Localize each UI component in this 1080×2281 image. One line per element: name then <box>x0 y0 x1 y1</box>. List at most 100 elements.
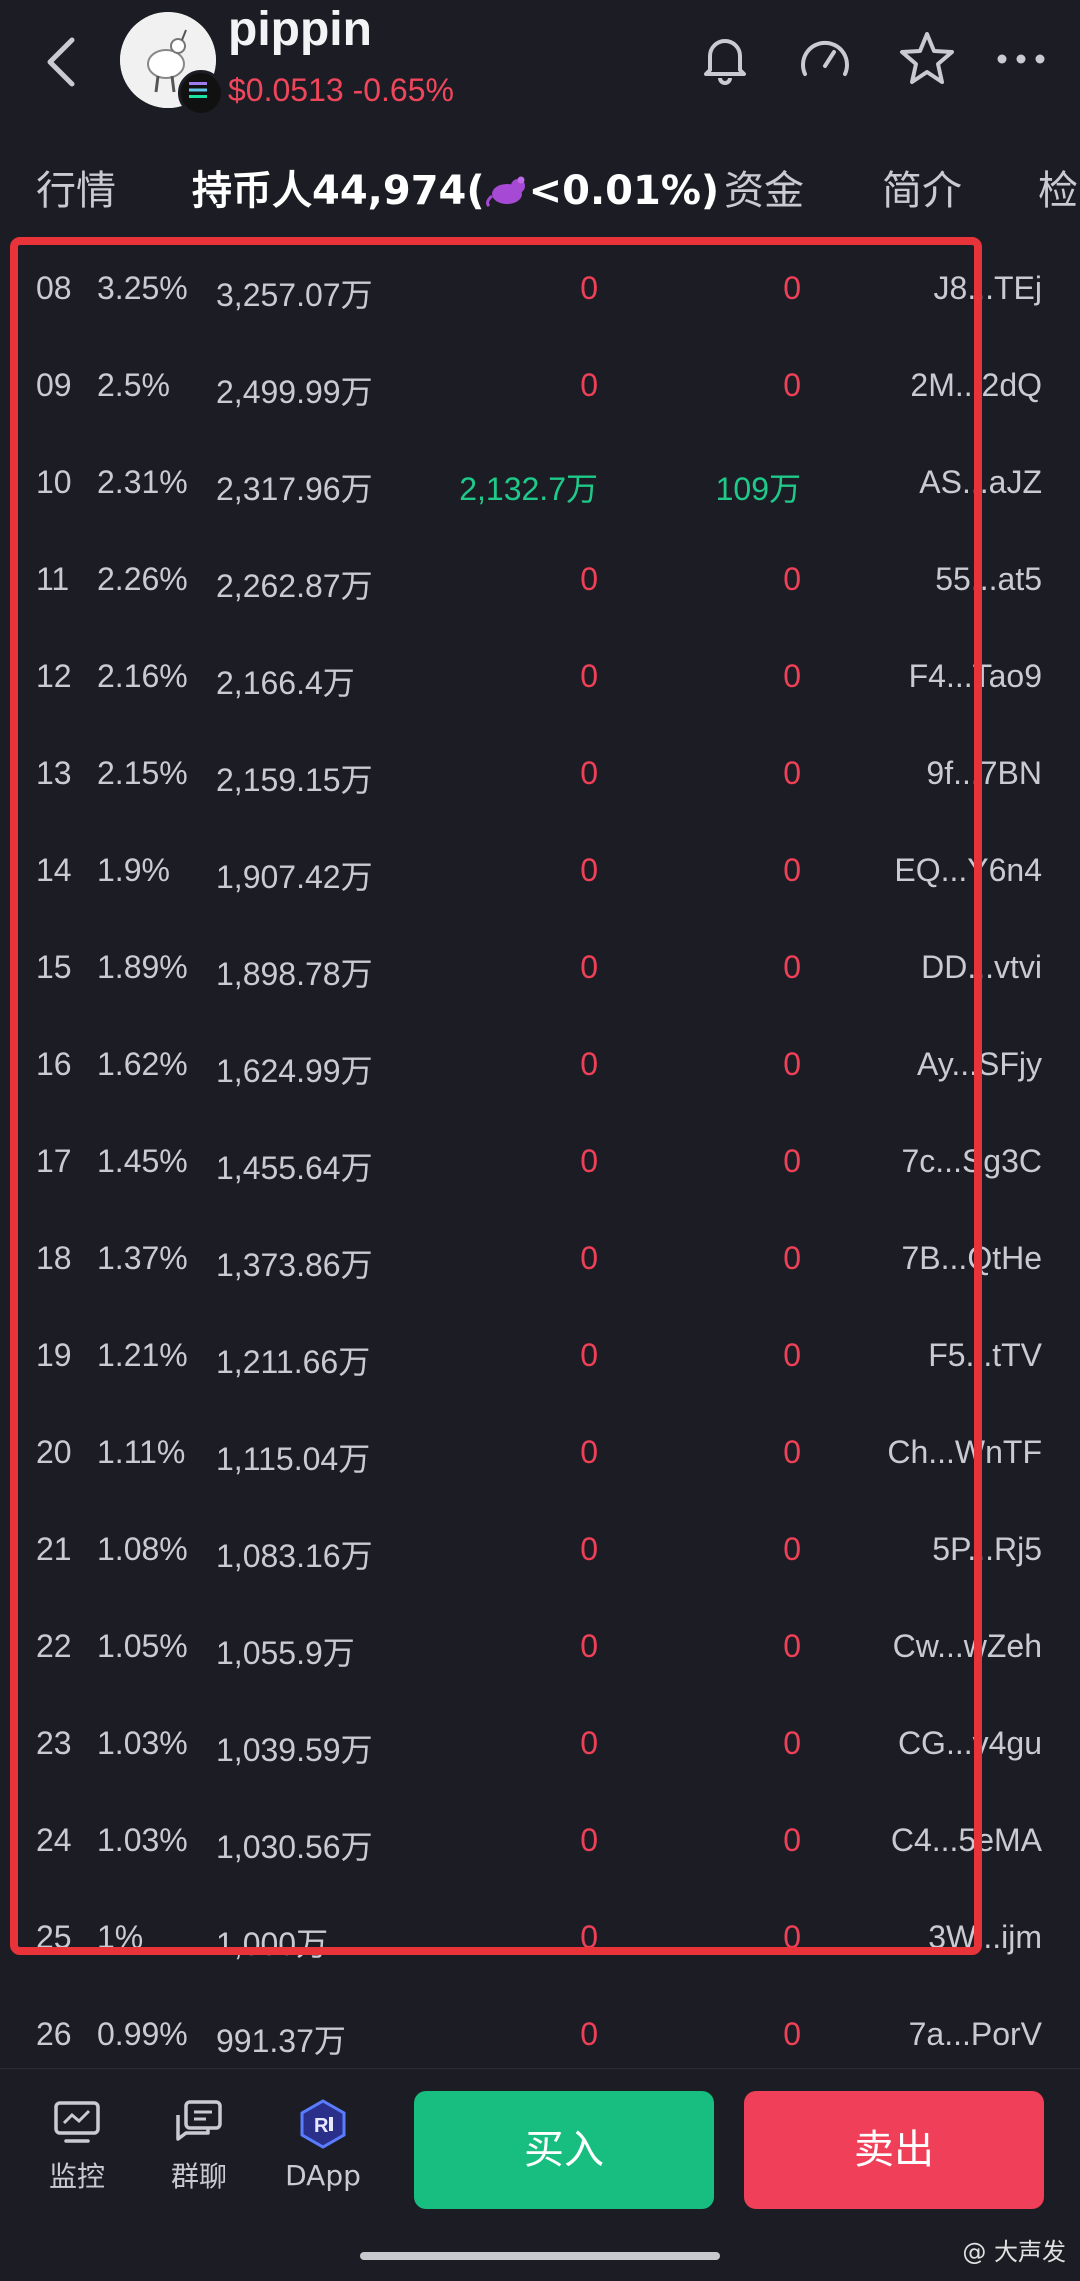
holder-percent: 1.9% <box>97 852 170 888</box>
monitor-label: 监控 <box>48 2160 105 2193</box>
group-chat-label: 群聊 <box>170 2160 227 2193</box>
svg-text:R: R <box>314 2115 329 2137</box>
holder-row[interactable]: 11 2.26% 2,262.87万 0 0 55...at5 <box>0 533 1080 630</box>
holder-rank: 18 <box>36 1240 72 1276</box>
holder-address[interactable]: 55...at5 <box>935 561 1042 598</box>
holder-sell-value: 0 <box>783 1628 801 1664</box>
holder-address[interactable]: 2M...2dQ <box>910 367 1042 404</box>
holder-row[interactable]: 19 1.21% 1,211.66万 0 0 F5...tTV <box>0 1309 1080 1406</box>
holder-sell-value: 0 <box>783 1531 801 1567</box>
holder-address[interactable]: F4...Tao9 <box>909 658 1042 695</box>
monitor-icon <box>54 2101 100 2143</box>
back-icon[interactable] <box>38 32 88 92</box>
holder-row[interactable]: 23 1.03% 1,039.59万 0 0 CG...v4gu <box>0 1697 1080 1794</box>
holder-address[interactable]: Ay...SFjy <box>917 1046 1042 1083</box>
tab-check[interactable]: 检 <box>1038 158 1078 216</box>
holder-buy-value: 0 <box>580 1337 598 1373</box>
holder-percent: 2.31% <box>97 464 188 500</box>
holder-buy-value: 0 <box>580 852 598 888</box>
holder-row[interactable]: 10 2.31% 2,317.96万 2,132.7万 109万 AS...aJZ <box>0 436 1080 533</box>
holder-row[interactable]: 18 1.37% 1,373.86万 0 0 7B...QtHe <box>0 1212 1080 1309</box>
monitor-button[interactable]: 监控 <box>22 2099 132 2195</box>
holder-address[interactable]: 9f...7BN <box>926 755 1042 792</box>
holder-sell-value: 0 <box>783 1434 801 1470</box>
holder-amount: 1,000万 <box>216 1926 329 1962</box>
holder-row[interactable]: 09 2.5% 2,499.99万 0 0 2M...2dQ <box>0 339 1080 436</box>
holder-amount: 1,055.9万 <box>216 1635 355 1671</box>
holder-buy-value: 0 <box>580 1725 598 1761</box>
holder-row[interactable]: 15 1.89% 1,898.78万 0 0 DD...vtvi <box>0 921 1080 1018</box>
holder-percent: 1.37% <box>97 1240 188 1276</box>
holder-sell-value: 0 <box>783 2016 801 2052</box>
holder-amount: 2,262.87万 <box>216 568 373 604</box>
holder-row[interactable]: 21 1.08% 1,083.16万 0 0 5P...Rj5 <box>0 1503 1080 1600</box>
holder-row[interactable]: 22 1.05% 1,055.9万 0 0 Cw...wZeh <box>0 1600 1080 1697</box>
holder-row[interactable]: 14 1.9% 1,907.42万 0 0 EQ...Y6n4 <box>0 824 1080 921</box>
holder-row[interactable]: 24 1.03% 1,030.56万 0 0 C4...5eMA <box>0 1794 1080 1891</box>
tab-funds[interactable]: 资金 <box>724 158 804 216</box>
more-icon[interactable] <box>988 26 1054 92</box>
sell-button[interactable]: 卖出 <box>744 2091 1044 2209</box>
header: pippin $0.0513 -0.65% <box>0 0 1080 150</box>
holder-buy-value: 2,132.7万 <box>459 471 598 507</box>
holder-address[interactable]: DD...vtvi <box>921 949 1042 986</box>
holder-address[interactable]: 5P...Rj5 <box>932 1531 1042 1568</box>
holder-amount: 1,039.59万 <box>216 1732 373 1768</box>
holder-buy-value: 0 <box>580 1919 598 1955</box>
holder-buy-value: 0 <box>580 755 598 791</box>
star-icon[interactable] <box>894 26 960 92</box>
holder-row[interactable]: 20 1.11% 1,115.04万 0 0 Ch...WnTF <box>0 1406 1080 1503</box>
holder-amount: 991.37万 <box>216 2023 346 2059</box>
holder-buy-value: 0 <box>580 1143 598 1179</box>
holder-amount: 3,257.07万 <box>216 277 373 313</box>
holder-address[interactable]: Cw...wZeh <box>893 1628 1042 1665</box>
holder-address[interactable]: 7B...QtHe <box>902 1240 1043 1277</box>
holder-row[interactable]: 16 1.62% 1,624.99万 0 0 Ay...SFjy <box>0 1018 1080 1115</box>
group-chat-button[interactable]: 群聊 <box>144 2099 254 2195</box>
holder-row[interactable]: 08 3.25% 3,257.07万 0 0 J8...TEj <box>0 242 1080 339</box>
rat-icon <box>485 176 525 208</box>
buy-button[interactable]: 买入 <box>414 2091 714 2209</box>
holder-sell-value: 0 <box>783 1919 801 1955</box>
holder-address[interactable]: J8...TEj <box>934 270 1042 307</box>
home-indicator[interactable] <box>360 2252 720 2260</box>
holder-rank: 24 <box>36 1822 72 1858</box>
holder-address[interactable]: F5...tTV <box>928 1337 1042 1374</box>
holder-row[interactable]: 17 1.45% 1,455.64万 0 0 7c...Sg3C <box>0 1115 1080 1212</box>
holder-address[interactable]: 3W...ijm <box>928 1919 1042 1956</box>
watermark: @ 大声发 <box>962 2238 1066 2266</box>
holder-address[interactable]: AS...aJZ <box>919 464 1042 501</box>
solana-chain-icon <box>178 70 224 116</box>
tab-holders-suffix: <0.01%) <box>528 168 720 214</box>
holder-sell-value: 0 <box>783 949 801 985</box>
tab-intro[interactable]: 简介 <box>882 158 962 216</box>
holder-percent: 1.21% <box>97 1337 188 1373</box>
holder-address[interactable]: 7c...Sg3C <box>901 1143 1042 1180</box>
speedometer-icon[interactable] <box>792 26 858 92</box>
holder-rank: 16 <box>36 1046 72 1082</box>
bell-icon[interactable] <box>692 26 758 92</box>
holder-address[interactable]: 7a...PorV <box>909 2016 1042 2053</box>
tab-holders-label: 持币人44,974( <box>192 168 485 214</box>
holder-rank: 12 <box>36 658 72 694</box>
holder-address[interactable]: CG...v4gu <box>898 1725 1042 1762</box>
holder-percent: 1% <box>97 1919 144 1955</box>
holder-row[interactable]: 25 1% 1,000万 0 0 3W...ijm <box>0 1891 1080 1988</box>
chat-icon <box>176 2100 222 2141</box>
holder-percent: 2.26% <box>97 561 188 597</box>
holder-amount: 1,373.86万 <box>216 1247 373 1283</box>
holder-rank: 19 <box>36 1337 72 1373</box>
holder-address[interactable]: Ch...WnTF <box>887 1434 1042 1471</box>
holder-row[interactable]: 13 2.15% 2,159.15万 0 0 9f...7BN <box>0 727 1080 824</box>
holder-percent: 1.03% <box>97 1822 188 1858</box>
tab-market[interactable]: 行情 <box>36 158 116 216</box>
holder-address[interactable]: C4...5eMA <box>891 1822 1042 1859</box>
dapp-button[interactable]: R DApp <box>268 2099 378 2192</box>
tab-holders[interactable]: 持币人44,974( <0.01%) <box>192 158 719 216</box>
holder-rank: 08 <box>36 270 72 306</box>
holder-address[interactable]: EQ...Y6n4 <box>894 852 1042 889</box>
tab-bar: 行情 持币人44,974( <0.01%) 资金 简介 检 <box>0 158 1080 228</box>
holder-buy-value: 0 <box>580 1531 598 1567</box>
holder-amount: 1,907.42万 <box>216 859 373 895</box>
holder-row[interactable]: 12 2.16% 2,166.4万 0 0 F4...Tao9 <box>0 630 1080 727</box>
